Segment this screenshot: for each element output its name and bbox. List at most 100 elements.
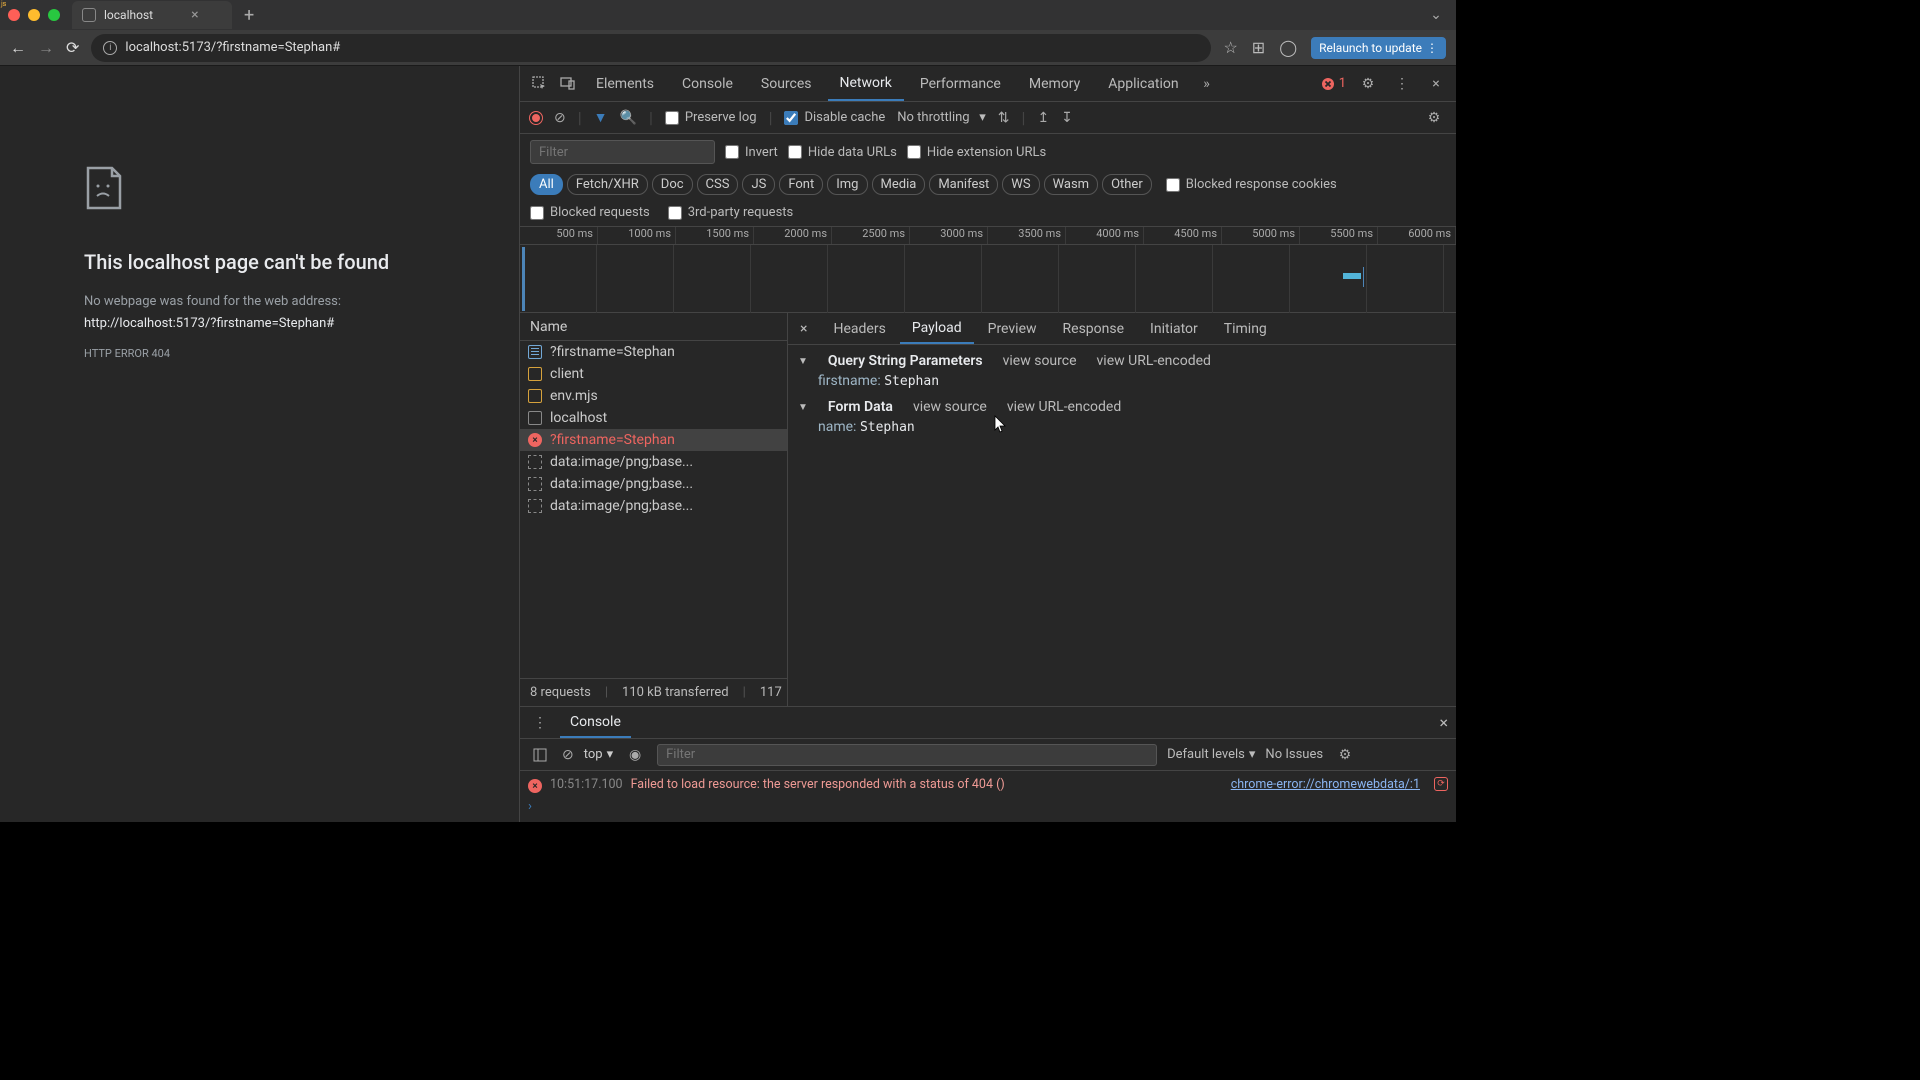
live-expression-icon[interactable]: ◉ <box>623 743 647 767</box>
detail-tab-response[interactable]: Response <box>1051 315 1137 343</box>
drawer-more-icon[interactable]: ⋮ <box>528 711 552 735</box>
filter-doc[interactable]: Doc <box>652 174 693 195</box>
profile-icon[interactable]: ◯ <box>1279 38 1297 57</box>
more-icon[interactable]: ⋮ <box>1390 72 1414 96</box>
fd-view-url-encoded[interactable]: view URL-encoded <box>1007 399 1121 415</box>
context-select[interactable]: top ▾ <box>584 747 613 762</box>
record-button[interactable] <box>530 112 542 124</box>
tab-elements[interactable]: Elements <box>584 68 666 100</box>
tab-application[interactable]: Application <box>1096 68 1190 100</box>
filter-font[interactable]: Font <box>779 174 823 195</box>
column-name[interactable]: Name <box>520 313 787 341</box>
filter-all[interactable]: All <box>530 174 563 195</box>
tab-sources[interactable]: Sources <box>749 68 824 100</box>
invert-checkbox[interactable]: Invert <box>725 145 778 160</box>
detail-tab-payload[interactable]: Payload <box>900 314 974 344</box>
request-row[interactable]: client <box>520 363 787 385</box>
log-badge-icon[interactable]: ⟳ <box>1434 777 1448 791</box>
disclosure-icon[interactable]: ▼ <box>798 356 808 367</box>
log-levels-select[interactable]: Default levels ▾ <box>1167 747 1255 762</box>
waterfall-overview[interactable]: 500 ms1000 ms1500 ms2000 ms2500 ms3000 m… <box>520 227 1456 313</box>
url-bar[interactable]: i localhost:5173/?firstname=Stephan# <box>91 34 1211 62</box>
new-tab-button[interactable]: + <box>244 5 254 26</box>
qsp-view-source[interactable]: view source <box>1003 353 1077 369</box>
filter-fetch[interactable]: Fetch/XHR <box>567 174 648 195</box>
request-row[interactable]: ?firstname=Stephan <box>520 341 787 363</box>
close-devtools-icon[interactable]: × <box>1424 72 1448 96</box>
request-row[interactable]: env.mjs <box>520 385 787 407</box>
qsp-view-url-encoded[interactable]: view URL-encoded <box>1097 353 1211 369</box>
filter-media[interactable]: Media <box>872 174 926 195</box>
forward-button[interactable]: → <box>38 38 54 58</box>
tab-performance[interactable]: Performance <box>908 68 1013 100</box>
console-log-row[interactable]: × 10:51:17.100 Failed to load resource: … <box>528 775 1448 795</box>
hide-extension-urls-checkbox[interactable]: Hide extension URLs <box>907 145 1046 160</box>
detail-tab-timing[interactable]: Timing <box>1212 315 1279 343</box>
relaunch-button[interactable]: Relaunch to update ⋮ <box>1311 37 1446 59</box>
filter-css[interactable]: CSS <box>697 174 739 195</box>
window-maximize[interactable] <box>48 9 60 21</box>
filter-manifest[interactable]: Manifest <box>929 174 998 195</box>
clear-button[interactable]: ⊘ <box>554 110 566 126</box>
upload-har-icon[interactable]: ↥ <box>1037 110 1049 126</box>
request-row[interactable]: ×?firstname=Stephan <box>520 429 787 451</box>
request-detail-pane: × Headers Payload Preview Response Initi… <box>788 313 1456 706</box>
drawer-tab-console[interactable]: Console <box>560 708 631 738</box>
issues-badge[interactable]: No Issues <box>1265 747 1323 762</box>
tab-memory[interactable]: Memory <box>1017 68 1092 100</box>
filter-js[interactable]: JS <box>742 174 775 195</box>
reload-button[interactable]: ⟳ <box>66 38 79 57</box>
device-toggle-icon[interactable] <box>556 72 580 96</box>
console-settings-icon[interactable]: ⚙ <box>1333 743 1357 767</box>
thirdparty-checkbox[interactable]: 3rd-party requests <box>668 205 794 220</box>
filter-toggle-icon[interactable]: ▼ <box>594 109 608 126</box>
window-close[interactable] <box>8 9 20 21</box>
blocked-requests-checkbox[interactable]: Blocked requests <box>530 205 650 220</box>
request-row[interactable]: data:image/png;base... <box>520 495 787 517</box>
network-conditions-icon[interactable]: ⇅ <box>998 110 1010 126</box>
blocked-cookies-checkbox[interactable]: Blocked response cookies <box>1166 177 1337 192</box>
inspect-icon[interactable] <box>528 72 552 96</box>
hide-data-urls-checkbox[interactable]: Hide data URLs <box>788 145 897 160</box>
tab-network[interactable]: Network <box>828 67 904 101</box>
request-row[interactable]: data:image/png;base... <box>520 473 787 495</box>
back-button[interactable]: ← <box>10 38 26 58</box>
error-count-badge[interactable]: 1 <box>1321 76 1346 91</box>
request-row[interactable]: data:image/png;base... <box>520 451 787 473</box>
tab-console[interactable]: Console <box>670 68 745 100</box>
close-detail-icon[interactable]: × <box>788 321 819 337</box>
browser-tab[interactable]: localhost × <box>72 1 232 29</box>
console-sidebar-icon[interactable] <box>528 743 552 767</box>
log-source-link[interactable]: chrome-error://chromewebdata/:1 <box>1231 777 1420 792</box>
network-settings-icon[interactable]: ⚙ <box>1422 106 1446 130</box>
filter-ws[interactable]: WS <box>1002 174 1039 195</box>
request-name: localhost <box>550 410 607 426</box>
filter-img[interactable]: Img <box>827 174 867 195</box>
drawer-close-icon[interactable]: × <box>1439 713 1448 732</box>
extensions-icon[interactable]: ⊞ <box>1252 38 1265 57</box>
download-har-icon[interactable]: ↧ <box>1061 110 1073 126</box>
filter-wasm[interactable]: Wasm <box>1044 174 1099 195</box>
filter-input[interactable] <box>530 140 715 164</box>
detail-tab-preview[interactable]: Preview <box>976 315 1049 343</box>
bookmark-icon[interactable]: ☆ <box>1223 38 1237 57</box>
console-clear-icon[interactable]: ⊘ <box>562 747 574 763</box>
chevron-down-icon[interactable]: ⌄ <box>1424 3 1448 27</box>
filter-other[interactable]: Other <box>1102 174 1152 195</box>
request-row[interactable]: localhost <box>520 407 787 429</box>
disclosure-icon[interactable]: ▼ <box>798 402 808 413</box>
console-prompt[interactable]: › <box>528 795 1448 818</box>
fd-view-source[interactable]: view source <box>913 399 987 415</box>
console-filter-input[interactable] <box>657 744 1157 766</box>
more-tabs-icon[interactable]: » <box>1195 72 1219 96</box>
throttling-select[interactable]: No throttling ▾ <box>897 110 986 125</box>
detail-tab-initiator[interactable]: Initiator <box>1138 315 1210 343</box>
window-minimize[interactable] <box>28 9 40 21</box>
tab-close-icon[interactable]: × <box>191 7 198 23</box>
settings-icon[interactable]: ⚙ <box>1356 72 1380 96</box>
search-icon[interactable]: 🔍 <box>620 110 637 126</box>
detail-tab-headers[interactable]: Headers <box>821 315 897 343</box>
disable-cache-checkbox[interactable]: Disable cache <box>784 110 885 125</box>
preserve-log-checkbox[interactable]: Preserve log <box>665 110 757 125</box>
site-info-icon[interactable]: i <box>103 41 117 55</box>
